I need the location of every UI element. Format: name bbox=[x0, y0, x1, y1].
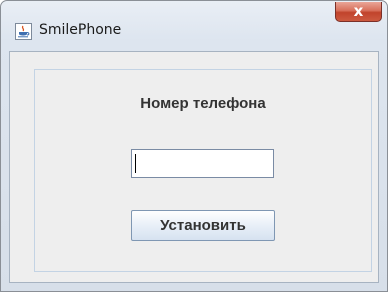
phone-number-input[interactable] bbox=[131, 149, 274, 178]
form-panel: Номер телефона Установить bbox=[34, 69, 372, 272]
close-icon: x bbox=[353, 2, 364, 20]
phone-number-label: Номер телефона bbox=[140, 95, 266, 112]
text-caret bbox=[135, 154, 136, 173]
window-title: SmilePhone bbox=[39, 22, 122, 38]
client-area: Номер телефона Установить bbox=[9, 51, 379, 283]
title-bar[interactable]: SmilePhone x bbox=[1, 1, 387, 51]
close-button[interactable]: x bbox=[335, 2, 382, 22]
java-cup-icon[interactable] bbox=[15, 23, 32, 40]
set-button[interactable]: Установить bbox=[131, 210, 275, 241]
app-window: SmilePhone x Номер телефона Установить bbox=[0, 0, 388, 292]
